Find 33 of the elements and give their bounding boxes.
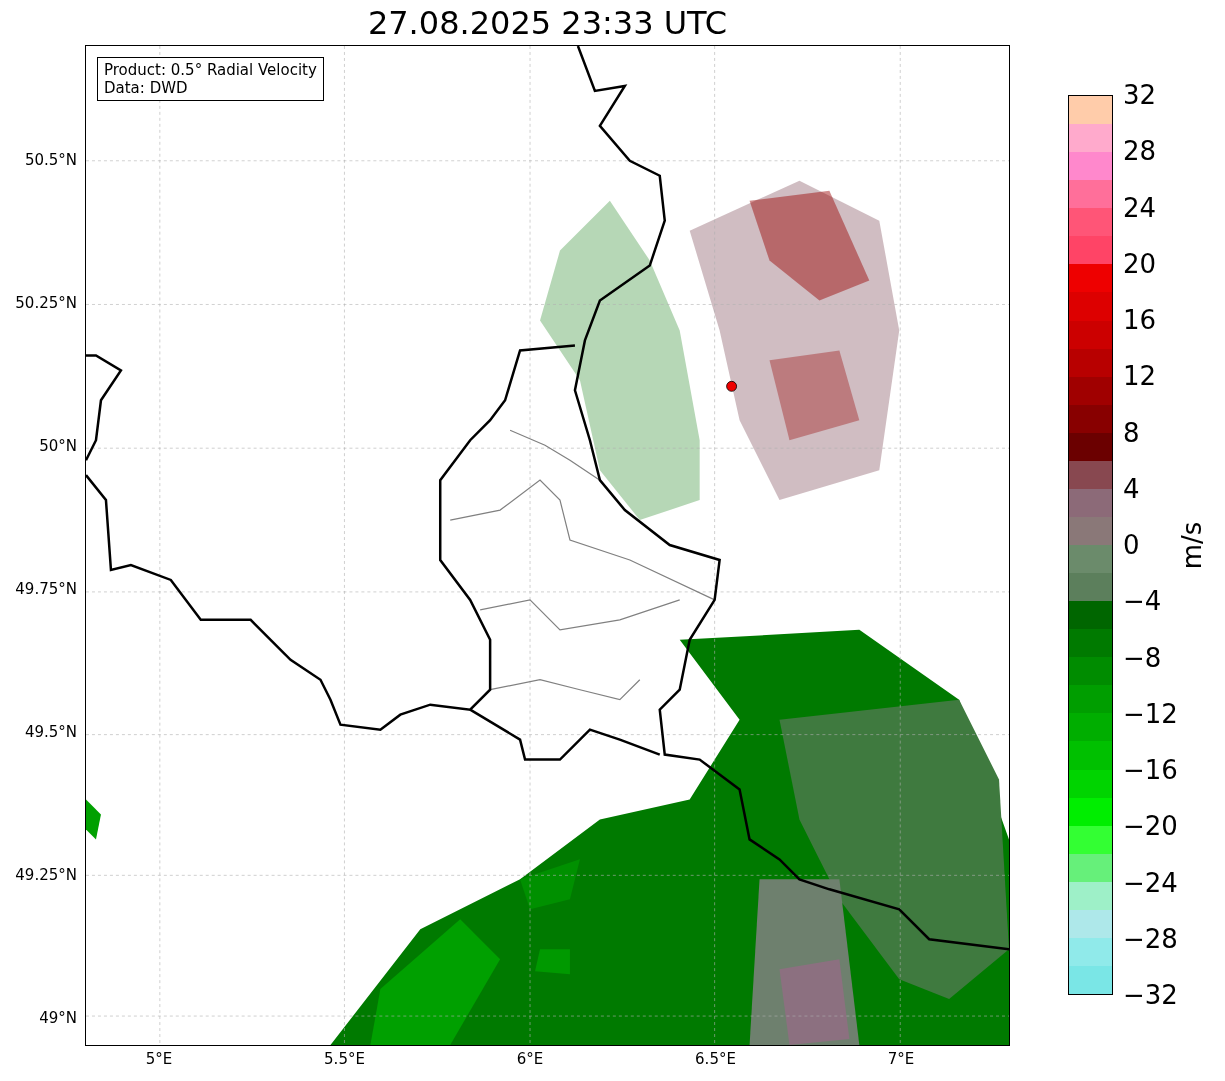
colorbar-tick-label: −28 — [1123, 925, 1178, 952]
colorbar-tick-label: −8 — [1123, 644, 1162, 671]
colorbar-tick-label: 28 — [1123, 138, 1157, 165]
colorbar-tick-label: 12 — [1123, 363, 1157, 390]
latitude-label: 49.5°N — [24, 724, 77, 740]
colorbar-unit-label: m/s — [1176, 521, 1209, 569]
colorbar-tick-label: −4 — [1123, 588, 1162, 615]
longitude-label: 6.5°E — [695, 1052, 736, 1067]
latitude-label: 50.25°N — [15, 295, 77, 311]
colorbar-tick-label: 16 — [1123, 307, 1157, 333]
colorbar-tick-label: 20 — [1123, 250, 1157, 277]
colorbar-tick-label: −24 — [1123, 869, 1178, 896]
colorbar-tick-label: −12 — [1123, 700, 1178, 727]
latitude-label: 50°N — [39, 438, 77, 454]
latitude-label: 50.5°N — [24, 152, 77, 168]
legend-text: Product: 0.5° Radial Velocity — [104, 61, 317, 79]
longitude-label: 7°E — [887, 1052, 915, 1067]
colorbar-tick-label: 0 — [1123, 532, 1140, 558]
colorbar-tick-label: 8 — [1123, 419, 1140, 446]
colorbar-tick-label: −16 — [1123, 757, 1178, 783]
longitude-label: 6°E — [516, 1052, 544, 1067]
latitude-label: 49°N — [39, 1010, 77, 1026]
latitude-label: 49.75°N — [15, 581, 77, 597]
longitude-label: 5°E — [145, 1052, 173, 1067]
longitude-label: 5.5°E — [324, 1052, 365, 1067]
colorbar-tick-label: −20 — [1123, 813, 1178, 840]
colorbar-tick-label: 32 — [1123, 82, 1157, 108]
colorbar-tick-label: 4 — [1123, 475, 1140, 502]
legend-text: Data: DWD — [104, 79, 189, 97]
colorbar-tick-label: −32 — [1123, 982, 1178, 1008]
colorbar-tick-label: 24 — [1123, 194, 1157, 221]
latitude-label: 49.25°N — [15, 867, 77, 883]
chart-title: 27.08.2025 23:33 UTC — [367, 6, 728, 39]
